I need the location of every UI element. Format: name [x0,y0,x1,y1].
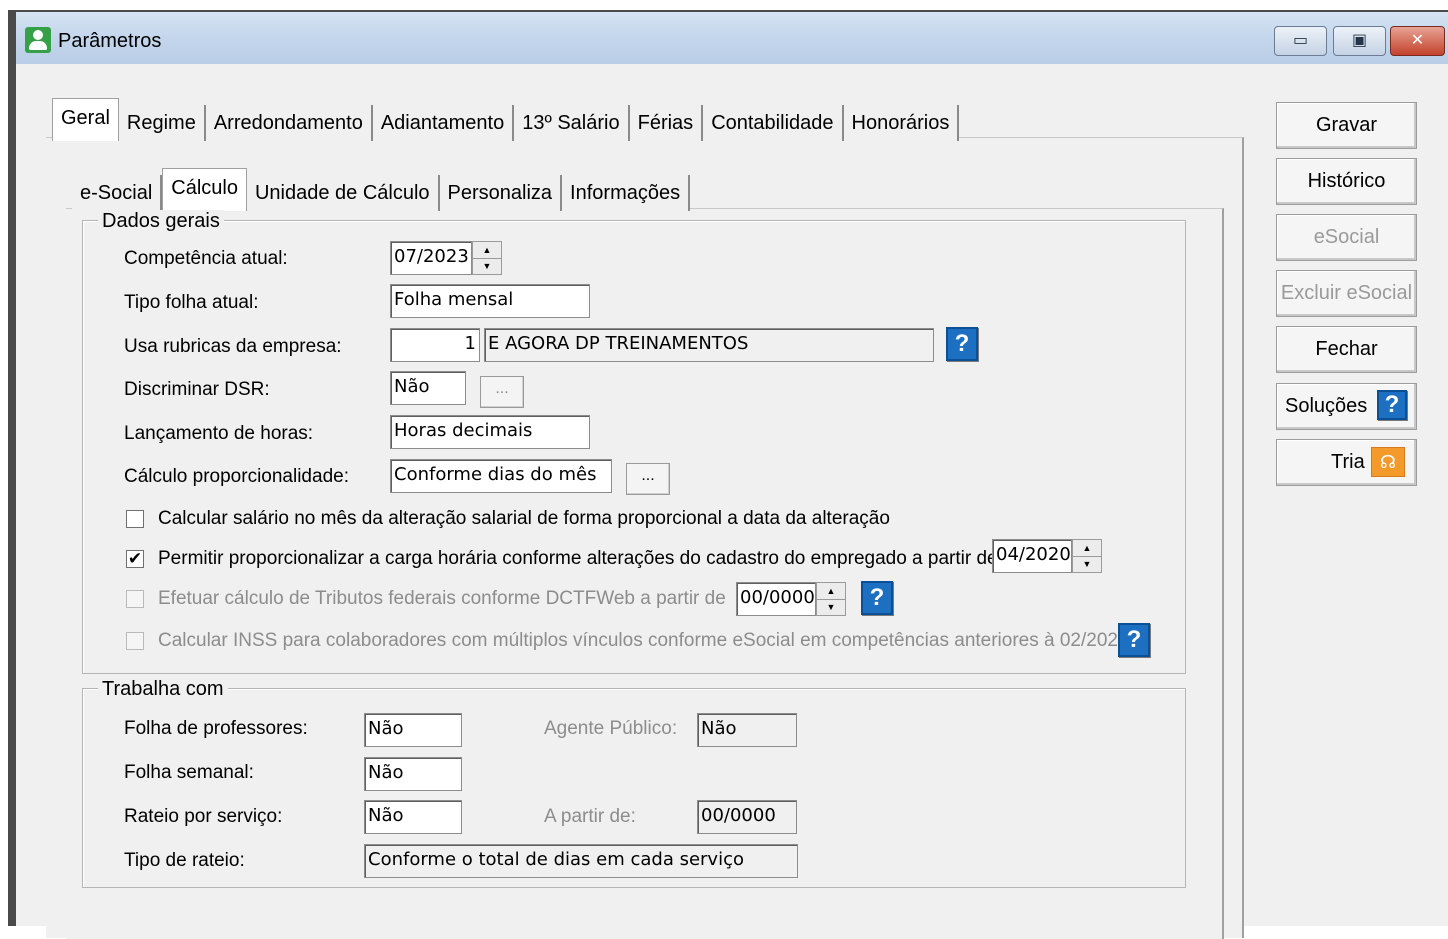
tab-adiantamento[interactable]: Adiantamento [372,105,515,141]
maximize-button[interactable]: ▣ [1333,26,1386,56]
inss-multiplos-checkbox[interactable] [126,632,144,650]
spin-up-icon[interactable]: ▲ [817,583,845,600]
spin-down-icon[interactable]: ▼ [1073,556,1101,572]
horas-label: Lançamento de horas: [124,423,314,444]
proporc-label: Cálculo proporcionalidade: [124,466,349,487]
help-icon: ? [1377,390,1407,420]
tab-calculo[interactable]: Cálculo [162,168,247,211]
a-partir-de-input[interactable]: 00/0000 [697,800,797,834]
tria-label: Tria [1331,451,1365,473]
tab-geral[interactable]: Geral [52,98,119,141]
dados-gerais-legend: Dados gerais [98,210,224,233]
trabalha-com-legend: Trabalha com [98,678,228,701]
proporc-ellipsis-button[interactable]: ... [626,463,670,495]
sub-tab-strip: e-Social Cálculo Unidade de Cálculo Pers… [72,168,691,211]
tria-button[interactable]: Tria ☊ [1276,439,1417,486]
title-bar[interactable] [16,12,1448,64]
rubricas-label: Usa rubricas da empresa: [124,336,342,357]
professores-input[interactable]: Não [364,713,462,747]
horas-input[interactable]: Horas decimais [390,415,590,449]
proporc-carga-checkbox[interactable]: ✔ [126,550,144,568]
dsr-input[interactable]: Não [390,371,466,405]
tipo-folha-label: Tipo folha atual: [124,292,259,313]
tab-honorarios[interactable]: Honorários [843,105,960,141]
dsr-ellipsis-button[interactable]: ... [480,376,524,408]
tab-13-salario[interactable]: 13º Salário [514,105,630,141]
gravar-button[interactable]: Gravar [1276,102,1417,149]
close-button[interactable]: ✕ [1390,26,1445,56]
dctfweb-date-input[interactable]: 00/0000 [736,582,816,616]
help-icon[interactable]: ? [946,327,978,361]
dctfweb-checkbox[interactable] [126,590,144,608]
fechar-button[interactable]: Fechar [1276,326,1417,373]
excluir-esocial-button[interactable]: Excluir eSocial [1276,270,1417,317]
inss-multiplos-label: Calcular INSS para colaboradores com múl… [158,630,1129,651]
rateio-label: Rateio por serviço: [124,806,283,827]
window-title: Parâmetros [58,30,162,52]
user-icon [25,27,51,53]
calc-salario-label[interactable]: Calcular salário no mês da alteração sal… [158,508,890,530]
agente-publico-label: Agente Público: [544,718,678,739]
close-icon: ✕ [1410,32,1425,49]
tipo-rateio-label: Tipo de rateio: [124,850,245,871]
spin-down-icon[interactable]: ▼ [817,599,845,615]
proporc-carga-label[interactable]: Permitir proporcionalizar a carga horári… [158,548,998,570]
tab-contabilidade[interactable]: Contabilidade [703,105,844,141]
minimize-button[interactable]: ▭ [1274,26,1327,56]
tab-arredondamento[interactable]: Arredondamento [205,105,373,141]
esocial-button[interactable]: eSocial [1276,214,1417,261]
calc-salario-checkbox[interactable] [126,510,144,528]
competencia-spinner[interactable]: ▲ ▼ [472,241,502,275]
historico-button[interactable]: Histórico [1276,158,1417,205]
maximize-icon: ▣ [1351,32,1368,49]
tab-unidade-calculo[interactable]: Unidade de Cálculo [246,175,440,211]
proporc-carga-date-input[interactable]: 04/2020 [992,539,1072,573]
help-icon[interactable]: ? [1118,623,1150,657]
proporc-carga-spinner[interactable]: ▲ ▼ [1072,539,1102,573]
agente-publico-input[interactable]: Não [697,713,797,747]
competencia-input[interactable]: 07/2023 [390,241,472,275]
help-icon[interactable]: ? [861,581,893,615]
folha-semanal-label: Folha semanal: [124,762,254,783]
tab-esocial[interactable]: e-Social [72,175,163,211]
spin-up-icon[interactable]: ▲ [1073,540,1101,557]
professores-label: Folha de professores: [124,718,308,739]
minimize-icon: ▭ [1292,32,1309,49]
dctfweb-label: Efetuar cálculo de Tributos federais con… [158,588,726,609]
tab-informacoes[interactable]: Informações [562,175,691,211]
proporc-input[interactable]: Conforme dias do mês [390,459,612,493]
headset-icon: ☊ [1371,447,1405,477]
folha-semanal-input[interactable]: Não [364,757,462,791]
dctfweb-spinner[interactable]: ▲ ▼ [816,582,846,616]
solucoes-label: Soluções [1285,395,1368,417]
rubricas-code-input[interactable]: 1 [390,328,480,362]
spin-up-icon[interactable]: ▲ [473,242,501,259]
tab-ferias[interactable]: Férias [629,105,704,141]
checkmark-icon: ✔ [127,549,143,568]
tipo-rateio-input[interactable]: Conforme o total de dias em cada serviço [364,844,798,878]
main-tab-strip: Geral Regime Arredondamento Adiantamento… [52,98,960,141]
tipo-folha-input[interactable]: Folha mensal [390,284,590,318]
competencia-label: Competência atual: [124,248,288,269]
a-partir-de-label: A partir de: [544,806,636,827]
rateio-input[interactable]: Não [364,800,462,834]
tab-personaliza[interactable]: Personaliza [439,175,563,211]
solucoes-button[interactable]: Soluções ? [1276,383,1417,430]
tab-regime[interactable]: Regime [118,105,206,141]
dsr-label: Discriminar DSR: [124,379,270,400]
rubricas-company-name: E AGORA DP TREINAMENTOS [484,328,934,362]
spin-down-icon[interactable]: ▼ [473,258,501,274]
